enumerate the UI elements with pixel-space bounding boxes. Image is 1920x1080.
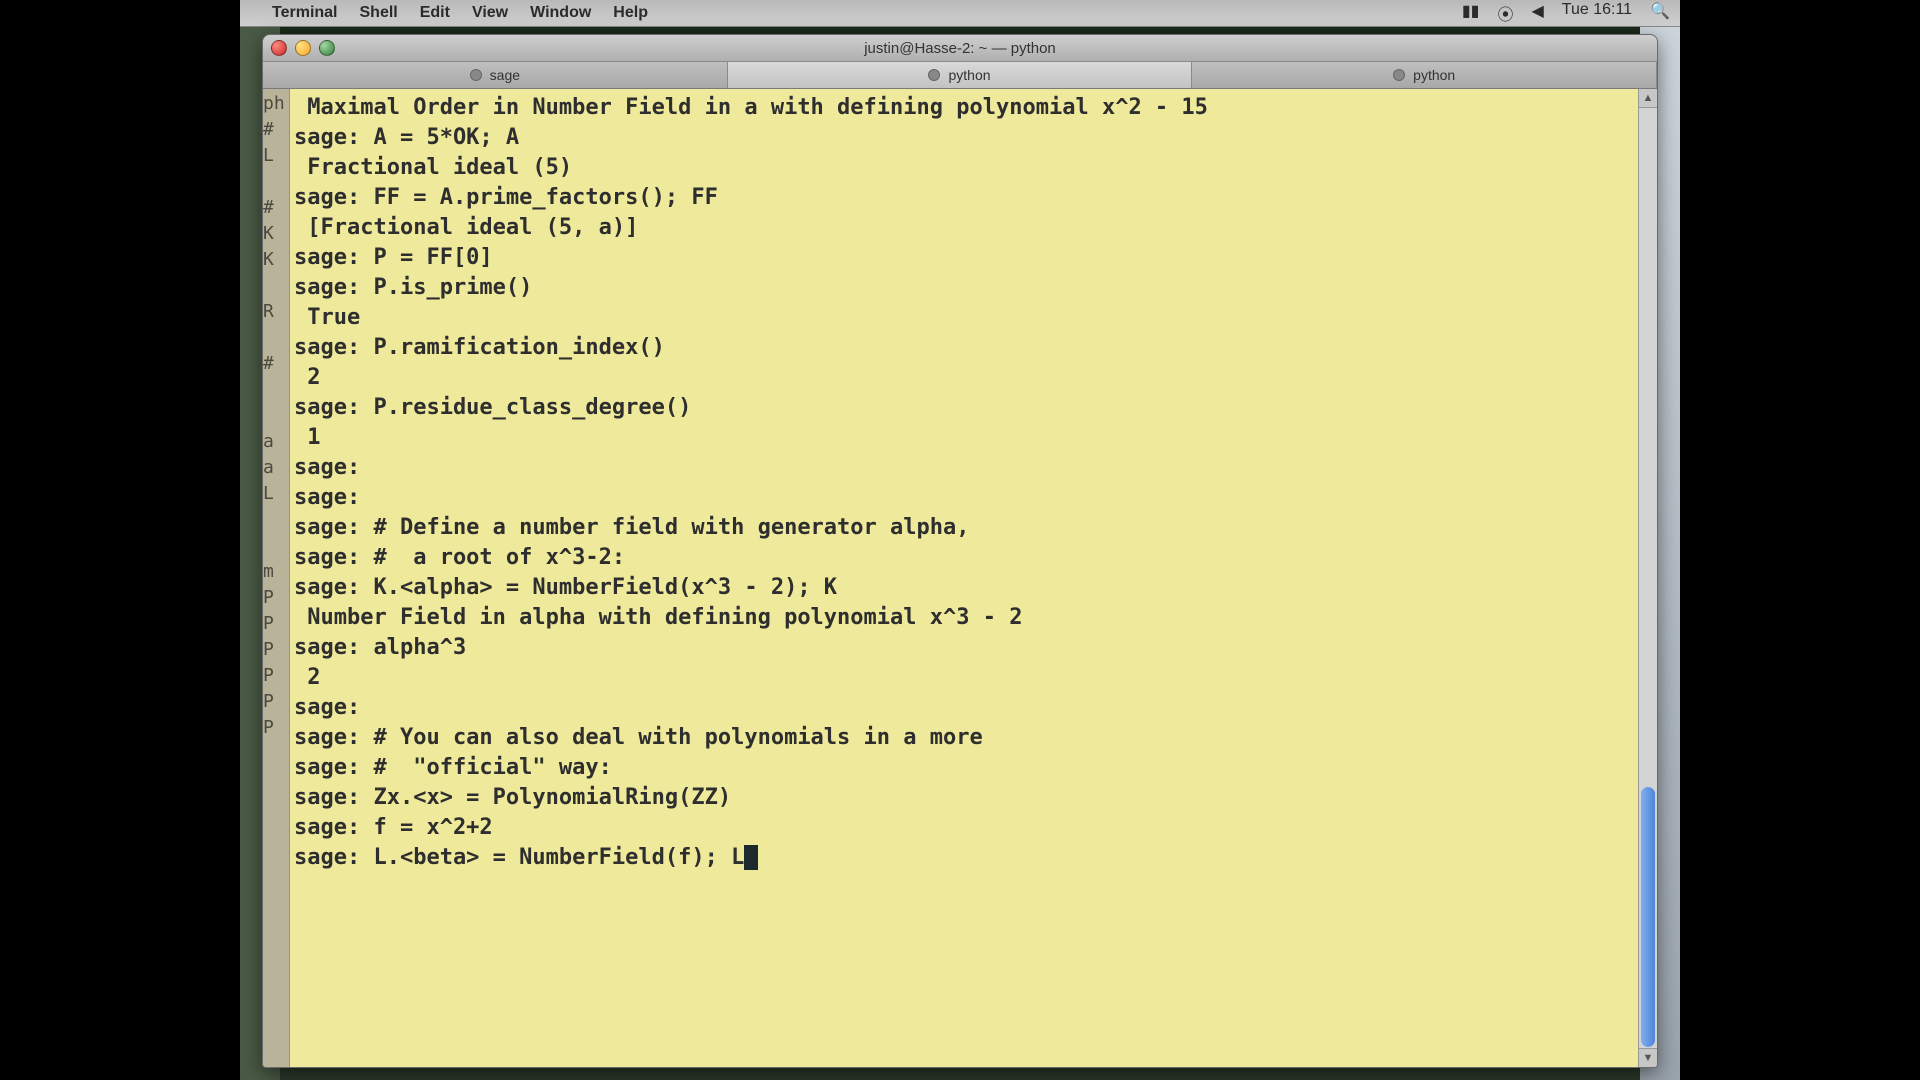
terminal-tab-python-active[interactable]: python [728,62,1193,88]
terminal-line: sage: K.<alpha> = NumberField(x^3 - 2); … [294,573,1632,603]
tab-close-icon[interactable] [1393,69,1405,81]
volume-icon[interactable]: ◀ [1531,1,1543,25]
terminal-viewport[interactable]: Maximal Order in Number Field in a with … [290,89,1638,1067]
terminal-line: sage: Zx.<x> = PolynomialRing(ZZ) [294,783,1632,813]
mac-menu-bar: Terminal Shell Edit View Window Help ▮▮ … [240,0,1680,27]
terminal-line: sage: L.<beta> = NumberField(f); L [294,843,1632,873]
terminal-line: Number Field in alpha with defining poly… [294,603,1632,633]
scrollbar-thumb[interactable] [1641,787,1655,1047]
scrollbar-up-arrow[interactable]: ▲ [1639,89,1657,108]
terminal-line: sage: [294,453,1632,483]
menu-view[interactable]: View [472,4,508,22]
scrollbar-down-arrow[interactable]: ▼ [1639,1048,1657,1067]
terminal-line: sage: [294,693,1632,723]
terminal-line: sage: P.ramification_index() [294,333,1632,363]
menu-edit[interactable]: Edit [420,4,450,22]
terminal-window: justin@Hasse-2: ~ — python sage python p… [262,34,1658,1068]
terminal-line: sage: A = 5*OK; A [294,123,1632,153]
terminal-line: sage: alpha^3 [294,633,1632,663]
terminal-cursor [744,845,757,870]
terminal-line: [Fractional ideal (5, a)] [294,213,1632,243]
terminal-line: sage: FF = A.prime_factors(); FF [294,183,1632,213]
terminal-scrollbar[interactable]: ▲ ▼ [1638,89,1657,1067]
terminal-line: sage: # a root of x^3-2: [294,543,1632,573]
terminal-line: 2 [294,663,1632,693]
tab-close-icon[interactable] [470,69,482,81]
tab-label: sage [490,67,520,83]
tab-label: python [1413,67,1455,83]
terminal-body: ph # L # K K R # a a L m P P P P P P Max… [263,89,1657,1067]
terminal-line: Maximal Order in Number Field in a with … [294,93,1632,123]
desktop: Terminal Shell Edit View Window Help ▮▮ … [240,0,1680,1080]
window-title: justin@Hasse-2: ~ — python [263,40,1657,57]
terminal-tab-sage[interactable]: sage [263,62,728,88]
window-titlebar[interactable]: justin@Hasse-2: ~ — python [263,35,1657,62]
menu-app-name[interactable]: Terminal [272,4,338,22]
terminal-line: 2 [294,363,1632,393]
menu-shell[interactable]: Shell [360,4,398,22]
wifi-icon[interactable]: ⦿ [1497,1,1513,25]
terminal-line: 1 [294,423,1632,453]
terminal-tab-python-2[interactable]: python [1192,62,1657,88]
terminal-line: True [294,303,1632,333]
battery-icon[interactable]: ▮▮ [1462,1,1480,25]
terminal-line: sage: P.is_prime() [294,273,1632,303]
terminal-line: sage: f = x^2+2 [294,813,1632,843]
spotlight-icon[interactable]: 🔍 [1650,1,1670,25]
menu-help[interactable]: Help [613,4,648,22]
terminal-line: sage: # Define a number field with gener… [294,513,1632,543]
background-terminal-gutter: ph # L # K K R # a a L m P P P P P P [263,89,290,1067]
terminal-line: Fractional ideal (5) [294,153,1632,183]
tab-close-icon[interactable] [928,69,940,81]
terminal-line: sage: P = FF[0] [294,243,1632,273]
terminal-line: sage: # "official" way: [294,753,1632,783]
terminal-line: sage: # You can also deal with polynomia… [294,723,1632,753]
terminal-line: sage: P.residue_class_degree() [294,393,1632,423]
tab-label: python [948,67,990,83]
menu-window[interactable]: Window [530,4,591,22]
terminal-tab-bar: sage python python [263,62,1657,89]
menu-clock[interactable]: Tue 16:11 [1562,1,1632,25]
terminal-line: sage: [294,483,1632,513]
